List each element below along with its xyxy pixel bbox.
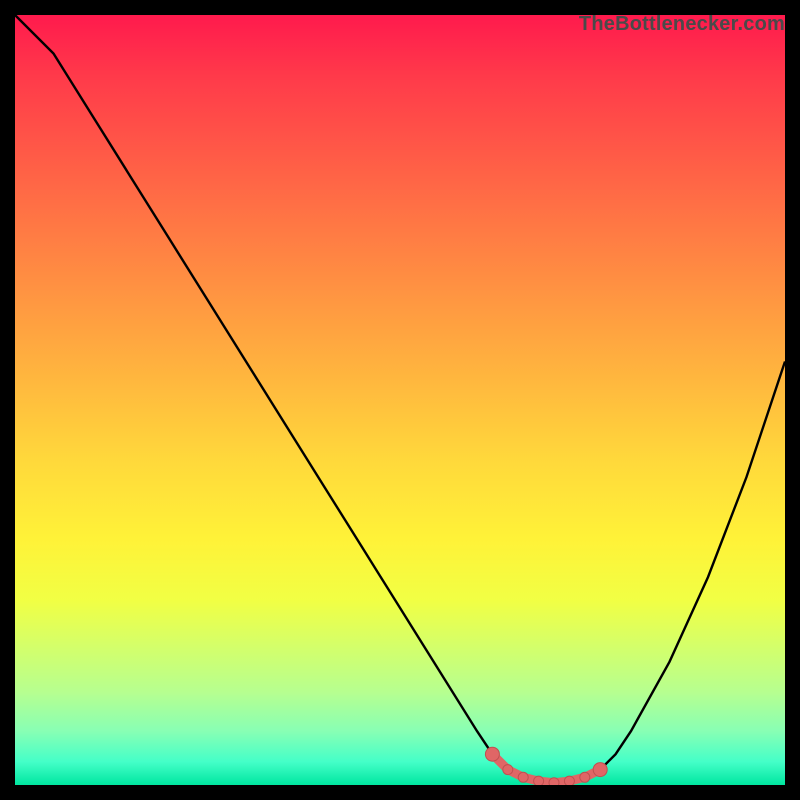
optimal-marker-dot [564, 776, 574, 785]
plot-gradient-area: TheBottlenecker.com [15, 15, 785, 785]
optimal-marker-dot [518, 772, 528, 782]
optimal-marker-dot [485, 747, 499, 761]
optimal-marker-dot [593, 763, 607, 777]
optimal-marker-dot [580, 772, 590, 782]
optimal-marker-dot [549, 778, 559, 785]
optimal-marker-dot [503, 765, 513, 775]
marker-group [485, 747, 607, 785]
optimal-marker-dot [534, 776, 544, 785]
watermark-label: TheBottlenecker.com [579, 13, 785, 36]
optimal-range-markers [15, 15, 785, 785]
